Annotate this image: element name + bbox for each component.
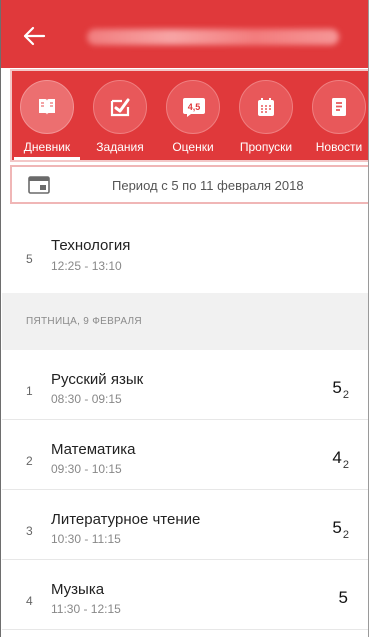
tab-circle — [20, 80, 74, 134]
grade-value: 4 — [332, 448, 342, 467]
calendar-window-icon — [28, 176, 50, 194]
lesson-grade: 52 — [332, 378, 349, 401]
tab-label: Задания — [96, 140, 144, 154]
lesson-number: 4 — [26, 594, 33, 608]
tab-circle — [312, 80, 366, 134]
lesson-subject: Технология — [51, 237, 131, 254]
grade-weight: 2 — [342, 529, 349, 541]
lesson-grade: 42 — [332, 448, 349, 471]
lesson-row[interactable]: 3 Литературное чтение 10:30 - 11:15 52 — [2, 490, 368, 560]
book-icon — [39, 99, 55, 115]
tab-absences[interactable]: Пропуски — [231, 71, 301, 160]
lesson-subject: Музыка — [51, 581, 105, 598]
tab-diary[interactable]: Дневник — [12, 71, 82, 160]
tab-assignments[interactable]: Задания — [85, 71, 155, 160]
tab-label: Новости — [315, 140, 363, 154]
tab-label: Дневник — [23, 140, 71, 154]
grade-weight: 2 — [342, 389, 349, 401]
blurred-title — [87, 29, 339, 45]
tab-news[interactable]: Новости — [304, 71, 368, 160]
lesson-subject: Математика — [51, 441, 136, 458]
tab-circle: 4,5 — [166, 80, 220, 134]
lesson-row[interactable]: 4 Музыка 11:30 - 12:15 5 — [2, 560, 368, 630]
lesson-number: 5 — [26, 252, 33, 266]
app-screen: Дневник Задания 4,5 Оценки Пропуски Ново… — [0, 0, 369, 637]
grade-value: 5 — [332, 378, 342, 397]
grade-value: 5 — [338, 588, 348, 607]
lesson-number: 2 — [26, 454, 33, 468]
grade-weight: 2 — [342, 459, 349, 471]
lesson-subject: Русский язык — [51, 371, 144, 388]
grades-icon: 4,5 — [183, 98, 205, 117]
period-selector[interactable]: Период с 5 по 11 февраля 2018 — [10, 165, 368, 204]
grade-value: 5 — [332, 518, 342, 537]
lesson-row[interactable]: 5 Технология 12:25 - 13:10 — [2, 205, 368, 293]
lesson-row[interactable]: 2 Математика 09:30 - 10:15 42 — [2, 420, 368, 490]
checkmark-icon — [110, 98, 130, 117]
lesson-grade: 5 — [339, 588, 349, 611]
tab-label: Пропуски — [239, 140, 293, 154]
lesson-time: 09:30 - 10:15 — [51, 462, 122, 476]
lesson-time: 10:30 - 11:15 — [51, 532, 121, 546]
lesson-number: 1 — [26, 384, 33, 398]
lesson-time: 08:30 - 09:15 — [51, 392, 122, 406]
app-bar — [1, 0, 368, 68]
news-icon — [332, 98, 346, 116]
section-tabs: Дневник Задания 4,5 Оценки Пропуски Ново… — [10, 69, 368, 162]
grades-icon-text: 4,5 — [188, 102, 201, 112]
back-arrow-icon[interactable] — [23, 26, 47, 46]
lesson-row[interactable]: 1 Русский язык 08:30 - 09:15 52 — [2, 350, 368, 420]
day-header-label: ПЯТНИЦА, 9 ФЕВРАЛЯ — [26, 316, 142, 327]
calendar-icon — [258, 98, 274, 116]
lesson-list: 5 Технология 12:25 - 13:10 ПЯТНИЦА, 9 ФЕ… — [2, 205, 368, 630]
tab-circle — [93, 80, 147, 134]
active-tab-indicator — [14, 157, 80, 160]
period-label: Период с 5 по 11 февраля 2018 — [112, 178, 304, 193]
day-header: ПЯТНИЦА, 9 ФЕВРАЛЯ — [2, 293, 368, 350]
lesson-time: 11:30 - 12:15 — [51, 602, 121, 616]
lesson-subject: Литературное чтение — [51, 511, 201, 528]
lesson-time: 12:25 - 13:10 — [51, 259, 122, 273]
lesson-number: 3 — [26, 524, 33, 538]
tab-grades[interactable]: 4,5 Оценки — [158, 71, 228, 160]
tab-circle — [239, 80, 293, 134]
lesson-grade: 52 — [332, 518, 349, 541]
tab-label: Оценки — [172, 140, 214, 154]
